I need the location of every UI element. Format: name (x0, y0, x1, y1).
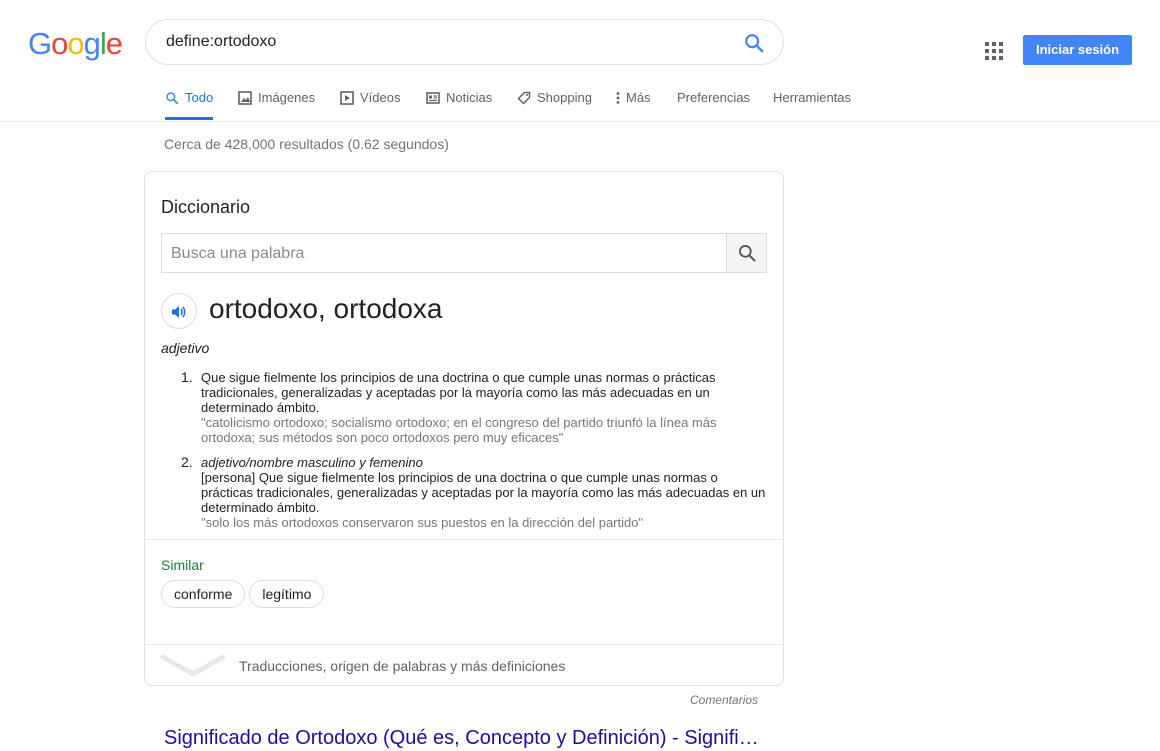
dictionary-search-input[interactable]: Busca una palabra (171, 245, 304, 263)
tab-label: Más (626, 90, 651, 105)
similar-chip[interactable]: legítimo (249, 580, 325, 608)
search-input[interactable]: define:ortodoxo (166, 33, 276, 51)
logo-letter: e (105, 26, 123, 61)
definition-example: "solo los más ortodoxos conservaron sus … (201, 515, 644, 530)
tab-todo[interactable]: Todo (165, 90, 214, 120)
tab-label: Vídeos (360, 90, 401, 105)
logo-letter: o (51, 26, 68, 61)
tab-label: Shopping (537, 90, 592, 105)
tag-icon (517, 91, 531, 104)
news-icon (426, 91, 440, 104)
dictionary-card: Diccionario Busca una palabra ortodoxo, … (144, 171, 784, 686)
tab-preferencias[interactable]: Preferencias (677, 90, 750, 105)
similar-label: Similar (161, 557, 204, 573)
search-icon[interactable] (743, 32, 765, 54)
part-of-speech: adjetivo (161, 340, 210, 356)
apps-grid-icon[interactable] (985, 42, 1003, 60)
logo-letter: g (83, 26, 101, 61)
logo-letter: G (28, 26, 52, 61)
headword: ortodoxo, ortodoxa (209, 293, 443, 324)
dictionary-search-button[interactable] (726, 234, 766, 272)
more-definitions-link[interactable]: Traducciones, origen de palabras y más d… (239, 658, 565, 674)
definition-grammar: adjetivo/nombre masculino y femenino (201, 455, 423, 470)
definition-example: "catolicismo ortodoxo; socialismo ortodo… (201, 415, 717, 445)
tab-mas[interactable]: Más (616, 90, 651, 105)
tab-label: Todo (185, 90, 214, 105)
definition-number: 2. (181, 454, 193, 470)
video-icon (340, 90, 354, 105)
tab-label: Noticias (446, 90, 493, 105)
search-tabs: Todo Imágenes Vídeos Noticias Shopping M… (0, 82, 1160, 122)
tab-shopping[interactable]: Shopping (517, 90, 592, 105)
tab-herramientas[interactable]: Herramientas (773, 90, 851, 105)
image-icon (238, 90, 252, 105)
tab-label: Preferencias (677, 90, 750, 105)
signin-button[interactable]: Iniciar sesión (1023, 35, 1132, 65)
tab-label: Herramientas (773, 90, 852, 105)
chevron-down-icon[interactable] (159, 652, 227, 678)
logo-letter: o (67, 26, 84, 61)
tab-noticias[interactable]: Noticias (426, 90, 492, 105)
pronunciation-button[interactable] (161, 293, 197, 329)
definition-list: 1. Que sigue fielmente los principios de… (171, 370, 771, 540)
tab-videos[interactable]: Vídeos (340, 90, 400, 105)
google-logo[interactable]: Google (28, 26, 123, 62)
definition-text: [persona] Que sigue fielmente los princi… (201, 470, 766, 515)
divider (145, 644, 783, 645)
dictionary-search[interactable]: Busca una palabra (161, 233, 767, 273)
definition-item: 2. adjetivo/nombre masculino y femenino … (171, 454, 771, 531)
search-icon (166, 91, 179, 104)
tab-imagenes[interactable]: Imágenes (238, 90, 315, 105)
definition-text: Que sigue fielmente los principios de un… (201, 370, 716, 415)
divider (145, 539, 783, 540)
definition-number: 1. (181, 369, 193, 385)
search-box[interactable]: define:ortodoxo (145, 19, 784, 65)
result-stats: Cerca de 428,000 resultados (0.62 segund… (164, 136, 449, 152)
result-title-link[interactable]: Significado de Ortodoxo (Qué es, Concept… (164, 727, 759, 750)
more-vert-icon (616, 91, 620, 104)
definition-item: 1. Que sigue fielmente los principios de… (171, 369, 771, 446)
similar-chip[interactable]: conforme (161, 580, 246, 608)
speaker-icon (172, 306, 186, 318)
search-icon (739, 245, 756, 262)
tab-label: Imágenes (258, 90, 316, 105)
feedback-link[interactable]: Comentarios (690, 693, 758, 707)
dictionary-title: Diccionario (161, 197, 251, 217)
similar-chips: conforme legítimo (161, 580, 325, 608)
